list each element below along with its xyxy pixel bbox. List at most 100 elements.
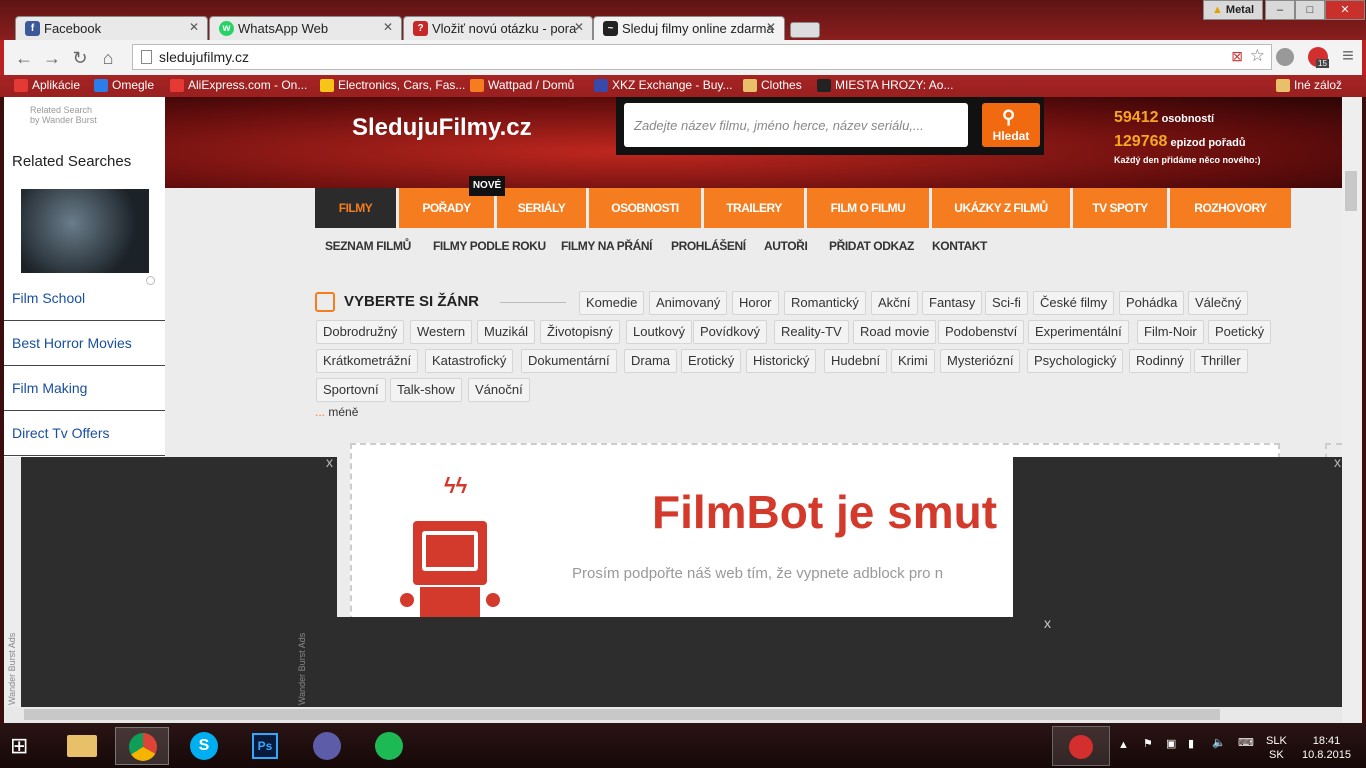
horizontal-scrollbar[interactable]: [4, 707, 1342, 723]
tab-question[interactable]: ? Vložiť novú otázku - pora ✕: [403, 16, 593, 40]
bookmark-omegle[interactable]: Omegle: [94, 78, 154, 92]
bookmark-other[interactable]: Iné zálož: [1276, 78, 1366, 92]
related-link-film-school[interactable]: Film School: [12, 290, 85, 306]
left-ad-panel[interactable]: x: [21, 454, 337, 707]
nav-serialy[interactable]: SERIÁLY: [497, 188, 586, 228]
genre-tag[interactable]: Fantasy: [922, 291, 983, 315]
genre-tag[interactable]: Thriller: [1194, 349, 1248, 373]
genre-tag[interactable]: Reality-TV: [774, 320, 849, 344]
subnav-filmy-na-prani[interactable]: FILMY NA PŘÁNÍ: [561, 239, 652, 253]
genre-tag[interactable]: Psychologický: [1027, 349, 1124, 373]
language-indicator[interactable]: SLK SK: [1266, 734, 1287, 762]
keyboard-icon[interactable]: ⌨: [1238, 736, 1254, 749]
genre-tag[interactable]: Dobrodružný: [316, 320, 405, 344]
subnav-seznam-filmu[interactable]: SEZNAM FILMŮ: [325, 239, 411, 253]
genre-tag[interactable]: Animovaný: [649, 291, 728, 315]
related-search-image[interactable]: [21, 189, 149, 273]
genre-tag[interactable]: Povídkový: [693, 320, 767, 344]
site-logo[interactable]: SledujuFilmy.cz: [352, 114, 532, 142]
genre-tag[interactable]: Western: [410, 320, 473, 344]
tab-facebook[interactable]: f Facebook ✕: [15, 16, 208, 40]
back-arrow-icon[interactable]: ←: [14, 48, 34, 69]
windows-start-icon[interactable]: ⊞: [10, 733, 38, 759]
genre-tag[interactable]: Film-Noir: [1137, 320, 1204, 344]
nav-film-o-filmu[interactable]: FILM O FILMU: [807, 188, 929, 228]
related-link-film-making[interactable]: Film Making: [12, 380, 87, 396]
genre-tag[interactable]: Akční: [871, 291, 918, 315]
genre-tag[interactable]: Hudební: [824, 349, 888, 373]
genre-tag[interactable]: Talk-show: [390, 378, 462, 402]
blocked-popup-icon[interactable]: ⊠: [1231, 48, 1243, 65]
genre-tag[interactable]: Loutkový: [626, 320, 693, 344]
close-window-button[interactable]: ✕: [1325, 0, 1365, 20]
spotify-icon[interactable]: [362, 727, 416, 765]
forward-arrow-icon[interactable]: →: [42, 48, 62, 69]
genre-tag[interactable]: Drama: [624, 349, 678, 373]
nav-osobnosti[interactable]: OSOBNOSTI: [589, 188, 701, 228]
clock[interactable]: 18:41 10.8.2015: [1302, 734, 1351, 762]
bookmark-aliexpress[interactable]: AliExpress.com - On...: [170, 78, 307, 92]
close-icon[interactable]: ✕: [189, 20, 199, 34]
media-player-icon[interactable]: [300, 727, 354, 765]
bookmark-star-icon[interactable]: ☆: [1250, 46, 1265, 66]
show-less-link[interactable]: ... méně: [315, 405, 358, 419]
genre-tag[interactable]: Krátkometrážní: [316, 349, 419, 373]
tab-whatsapp[interactable]: w WhatsApp Web ✕: [209, 16, 402, 40]
subnav-pridat-odkaz[interactable]: PŘIDAT ODKAZ: [829, 239, 914, 253]
genre-tag[interactable]: Životopisný: [540, 320, 620, 344]
home-icon[interactable]: ⌂: [98, 48, 118, 69]
genre-tag[interactable]: Komedie: [579, 291, 645, 315]
close-icon[interactable]: ✕: [574, 20, 584, 34]
nav-filmy[interactable]: FILMY: [315, 188, 396, 228]
genre-tag[interactable]: Muzikál: [477, 320, 536, 344]
genre-tag[interactable]: Válečný: [1188, 291, 1249, 315]
subnav-filmy-podle-roku[interactable]: FILMY PODLE ROKU: [433, 239, 546, 253]
genre-tag[interactable]: Katastrofický: [425, 349, 514, 373]
right-ad-panel[interactable]: x: [1030, 454, 1342, 707]
maximize-button[interactable]: □: [1295, 0, 1325, 20]
subnav-kontakt[interactable]: KONTAKT: [932, 239, 987, 253]
bookmark-clothes[interactable]: Clothes: [743, 78, 802, 92]
photoshop-icon[interactable]: Ps: [238, 727, 292, 765]
user-profile-button[interactable]: ▲ Metal: [1203, 0, 1263, 20]
chrome-icon[interactable]: [115, 727, 169, 765]
adblock-extension-icon[interactable]: 15: [1308, 47, 1329, 68]
bookmark-ebay[interactable]: Electronics, Cars, Fas...: [320, 78, 465, 92]
info-icon[interactable]: [146, 276, 155, 285]
volume-icon[interactable]: 🔈: [1212, 736, 1226, 749]
nav-rozhovory[interactable]: ROZHOVORY: [1170, 188, 1291, 228]
network-icon[interactable]: ▮: [1188, 737, 1194, 750]
nav-trailery[interactable]: TRAILERY: [704, 188, 804, 228]
related-link-direct-tv[interactable]: Direct Tv Offers: [12, 425, 110, 441]
related-link-horror-movies[interactable]: Best Horror Movies: [12, 335, 132, 351]
bookmark-xkz[interactable]: XKZ Exchange - Buy...: [594, 78, 733, 92]
extension-icon[interactable]: [1276, 48, 1294, 66]
genre-tag[interactable]: Poetický: [1208, 320, 1272, 344]
bookmark-miesta-hrozy[interactable]: MIESTA HROZY: Ao...: [817, 78, 953, 92]
genre-tag[interactable]: Experimentální: [1028, 320, 1129, 344]
close-ad-button[interactable]: x: [1334, 454, 1341, 470]
tray-expand-icon[interactable]: ▲: [1118, 739, 1129, 751]
close-icon[interactable]: ✕: [766, 20, 776, 34]
genre-tag[interactable]: Erotický: [681, 349, 742, 373]
genre-tag[interactable]: Krimi: [891, 349, 935, 373]
close-ad-button[interactable]: x: [326, 454, 333, 470]
reload-icon[interactable]: ↻: [70, 48, 90, 69]
genre-tag[interactable]: Sportovní: [316, 378, 386, 402]
nav-ukazky[interactable]: UKÁZKY Z FILMŮ: [932, 188, 1070, 228]
scroll-thumb[interactable]: [1345, 171, 1357, 211]
new-tab-button[interactable]: [790, 22, 820, 38]
security-icon[interactable]: ▣: [1166, 737, 1176, 750]
genre-tag[interactable]: Pohádka: [1119, 291, 1185, 315]
genre-tag[interactable]: Historický: [746, 349, 817, 373]
bookmark-apps[interactable]: Aplikácie: [14, 78, 80, 92]
minimize-button[interactable]: –: [1265, 0, 1295, 20]
search-button[interactable]: ⚲ Hledat: [982, 103, 1040, 147]
genre-tag[interactable]: Rodinný: [1129, 349, 1191, 373]
genre-tag[interactable]: Dokumentární: [521, 349, 617, 373]
pinned-app-icon[interactable]: [1052, 726, 1110, 766]
genre-tag[interactable]: Road movie: [853, 320, 937, 344]
search-input[interactable]: Zadejte název filmu, jméno herce, název …: [624, 103, 968, 147]
file-explorer-icon[interactable]: [55, 727, 109, 765]
close-ad-button[interactable]: x: [1044, 615, 1051, 631]
